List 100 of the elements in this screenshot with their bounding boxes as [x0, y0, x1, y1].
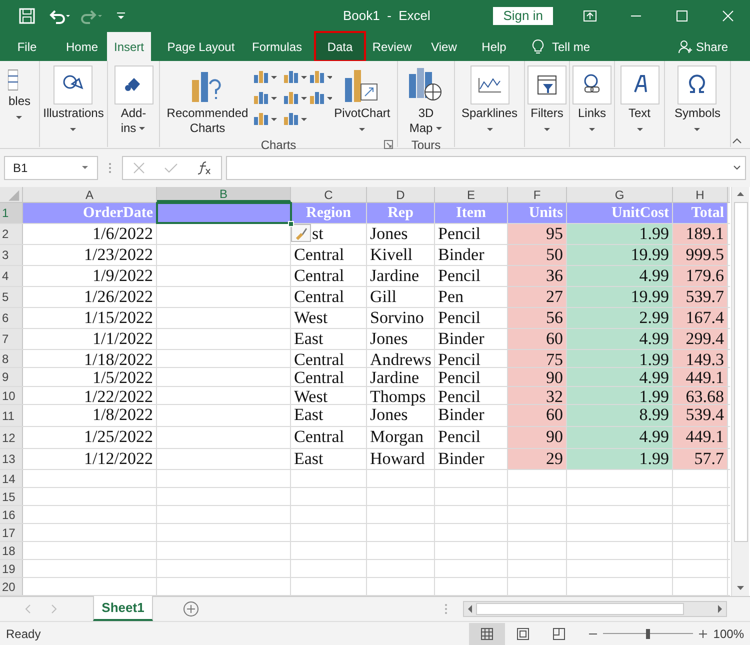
sign-in-button[interactable]: Sign in	[493, 7, 553, 25]
ribbon-button[interactable]: Recommended Charts	[166, 64, 248, 136]
row-header[interactable]: 2	[0, 224, 23, 244]
row-header[interactable]: 19	[0, 560, 23, 577]
column-header[interactable]: E	[435, 187, 508, 202]
ribbon-tab[interactable]: View	[424, 32, 464, 61]
share-button[interactable]: Share	[678, 32, 728, 61]
table-cell: 179.6	[673, 266, 728, 286]
fill-handle[interactable]	[288, 221, 294, 227]
row-header[interactable]: 13	[0, 449, 23, 469]
table-cell: Central	[291, 266, 367, 286]
close-icon[interactable]	[722, 10, 734, 22]
ribbon-button[interactable]: PivotChart	[334, 64, 390, 136]
add-sheet-icon[interactable]	[183, 601, 199, 617]
column-header[interactable]: F	[508, 187, 567, 202]
ribbon-button[interactable]: Text	[618, 64, 660, 133]
table-cell: 36	[508, 266, 567, 286]
table-cell: Jones	[367, 224, 435, 244]
collapse-ribbon-icon[interactable]	[732, 138, 742, 144]
tables-button[interactable]: bles	[8, 64, 30, 131]
row-header[interactable]: 16	[0, 506, 23, 523]
row-header[interactable]: 4	[0, 266, 23, 286]
zoom-slider-thumb[interactable]	[646, 628, 650, 638]
table-cell: Andrews	[367, 350, 435, 367]
dialog-launcher-icon[interactable]	[384, 140, 393, 149]
row-header[interactable]: 10	[0, 387, 23, 404]
row-header[interactable]: 7	[0, 329, 23, 349]
row-header[interactable]: 3	[0, 245, 23, 265]
ribbon-display-icon[interactable]	[583, 10, 597, 22]
ribbon-button[interactable]: Links	[571, 64, 613, 133]
row-header[interactable]: 18	[0, 542, 23, 559]
formula-field[interactable]	[226, 156, 746, 180]
table-cell: 1/15/2022	[23, 308, 157, 328]
row-header[interactable]: 11	[0, 405, 23, 426]
normal-view-button[interactable]	[469, 622, 506, 644]
maximize-icon[interactable]	[676, 10, 688, 22]
row-header[interactable]: 9	[0, 368, 23, 386]
horizontal-scrollbar[interactable]	[463, 601, 727, 617]
row-header[interactable]: 6	[0, 308, 23, 328]
table-cell: Jones	[367, 405, 435, 426]
ribbon-button[interactable]: Symbols	[674, 64, 720, 133]
vertical-scrollbar[interactable]	[731, 187, 749, 596]
more-options-icon[interactable]	[108, 162, 112, 174]
zoom-level[interactable]: 100%	[713, 624, 744, 642]
row-header[interactable]: 17	[0, 524, 23, 541]
undo-icon[interactable]	[48, 8, 72, 24]
ribbon-tab[interactable]: Data	[314, 31, 366, 62]
save-icon[interactable]	[19, 8, 35, 24]
paste-options-button[interactable]	[291, 224, 311, 242]
zoom-in-icon[interactable]	[699, 630, 708, 638]
tell-me-search[interactable]: Tell me	[532, 32, 590, 61]
column-header[interactable]: B	[157, 187, 291, 202]
row-header[interactable]: 8	[0, 350, 23, 367]
table-cell: 1/1/2022	[23, 329, 157, 349]
table-cell: 539.4	[673, 405, 728, 426]
row-header[interactable]: 1	[0, 203, 23, 223]
ribbon-button[interactable]: Add- ins	[112, 64, 154, 136]
ribbon-tab[interactable]: Help	[472, 32, 516, 61]
table-cell: 1/18/2022	[23, 350, 157, 367]
check-icon[interactable]	[164, 162, 178, 174]
row-header[interactable]: 5	[0, 287, 23, 307]
column-header[interactable]: H	[673, 187, 728, 202]
line-chart-icon	[468, 64, 510, 106]
ribbon-tab[interactable]: Review	[366, 32, 418, 61]
cube-icon	[112, 64, 154, 106]
table-cell: Central	[291, 287, 367, 307]
table-cell: 29	[508, 449, 567, 469]
table-cell: 90	[508, 368, 567, 386]
row-header[interactable]: 14	[0, 470, 23, 487]
row-header[interactable]: 20	[0, 578, 23, 595]
page-break-view-icon[interactable]	[553, 628, 566, 640]
ribbon-tab[interactable]: Formulas	[246, 32, 308, 61]
ribbon-button[interactable]: 3D Map	[405, 64, 447, 136]
scroll-thumb[interactable]	[476, 603, 684, 615]
customize-toolbar-icon[interactable]	[116, 11, 126, 21]
ribbon-button[interactable]: Filters	[526, 64, 568, 133]
table-cell: 4.99	[567, 329, 673, 349]
table-cell: Jardine	[367, 368, 435, 386]
ribbon-button[interactable]: Sparklines	[461, 64, 518, 133]
ribbon-tab[interactable]: Page Layout	[160, 32, 242, 61]
column-title: Region	[291, 203, 367, 223]
scroll-thumb[interactable]	[734, 202, 748, 542]
ribbon-tab[interactable]: File	[7, 32, 47, 61]
ribbon-button[interactable]: Illustrations	[43, 64, 104, 133]
table-cell: 1/22/2022	[23, 387, 157, 404]
row-header[interactable]: 12	[0, 427, 23, 448]
column-header[interactable]: D	[367, 187, 435, 202]
table-cell: 1/6/2022	[23, 224, 157, 244]
table-cell: 1/5/2022	[23, 368, 157, 386]
column-header[interactable]: G	[567, 187, 673, 202]
page-layout-view-icon[interactable]	[517, 628, 530, 640]
table-cell: East	[291, 329, 367, 349]
brush-icon	[294, 226, 308, 240]
name-box[interactable]: B1	[4, 156, 98, 180]
ribbon-tab[interactable]: Home	[55, 32, 109, 61]
ribbon-tab[interactable]: Insert	[107, 32, 151, 61]
sheet-tab[interactable]: Sheet1	[93, 596, 153, 621]
row-header[interactable]: 15	[0, 488, 23, 505]
table-cell: 60	[508, 405, 567, 426]
function-icon[interactable]	[197, 161, 212, 175]
